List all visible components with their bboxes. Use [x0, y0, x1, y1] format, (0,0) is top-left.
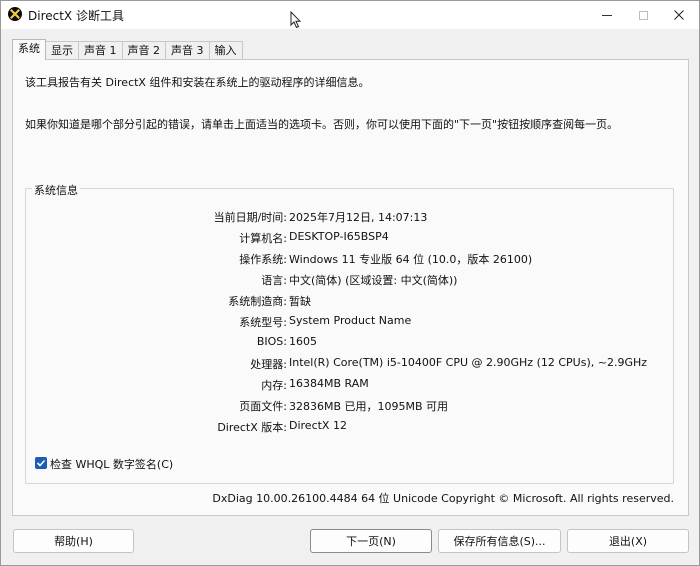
- info-row-directx-version: DirectX 版本: DirectX 12: [26, 419, 666, 435]
- tab-display[interactable]: 显示: [45, 41, 79, 60]
- minimize-icon: [602, 14, 612, 16]
- info-label: 内存:: [261, 379, 287, 392]
- info-row-processor: 处理器: Intel(R) Core(TM) i5-10400F CPU @ 2…: [26, 356, 666, 372]
- info-label: 页面文件:: [239, 400, 287, 413]
- checkmark-icon: [36, 459, 46, 467]
- info-value: Windows 11 专业版 64 位 (10.0，版本 26100): [289, 253, 533, 266]
- info-label: BIOS:: [256, 335, 287, 348]
- info-row-manufacturer: 系统制造商: 暂缺: [26, 293, 666, 309]
- info-label: DirectX 版本:: [217, 421, 287, 434]
- tab-sound-1[interactable]: 声音 1: [78, 41, 123, 60]
- title-bar[interactable]: DirectX 诊断工具: [1, 1, 699, 29]
- info-row-computer-name: 计算机名: DESKTOP-I65BSP4: [26, 230, 666, 246]
- info-value: 中文(简体) (区域设置: 中文(简体)): [289, 274, 458, 287]
- exit-button[interactable]: 退出(X): [567, 529, 689, 553]
- next-page-button[interactable]: 下一页(N): [310, 529, 432, 553]
- system-info-group: 当前日期/时间: 2025年7月12日, 14:07:13 计算机名: DESK…: [25, 188, 674, 484]
- info-row-memory: 内存: 16384MB RAM: [26, 377, 666, 393]
- maximize-button: [623, 1, 663, 29]
- info-value: System Product Name: [289, 314, 412, 327]
- info-row-page-file: 页面文件: 32836MB 已用，1095MB 可用: [26, 398, 666, 414]
- info-value: DirectX 12: [289, 419, 347, 432]
- whql-checkbox-label[interactable]: 检查 WHQL 数字签名(C): [50, 456, 173, 472]
- info-label: 系统制造商:: [228, 295, 287, 308]
- info-value: 1605: [289, 335, 317, 348]
- info-label: 语言:: [261, 274, 287, 287]
- window-title: DirectX 诊断工具: [28, 9, 124, 23]
- info-row-language: 语言: 中文(简体) (区域设置: 中文(简体)): [26, 272, 666, 288]
- info-label: 计算机名:: [239, 232, 287, 245]
- minimize-button[interactable]: [587, 1, 627, 29]
- tab-system[interactable]: 系统: [12, 39, 46, 60]
- tab-sound-2[interactable]: 声音 2: [121, 41, 166, 60]
- directx-diagnostic-window: DirectX 诊断工具 系统 显示 声音 1 声音 2 声音 3 输入 该工具…: [0, 0, 700, 566]
- info-row-date-time: 当前日期/时间: 2025年7月12日, 14:07:13: [26, 209, 666, 225]
- info-value: DESKTOP-I65BSP4: [289, 230, 389, 243]
- info-label: 当前日期/时间:: [213, 211, 287, 224]
- info-row-bios: BIOS: 1605: [26, 335, 666, 351]
- info-value: 16384MB RAM: [289, 377, 369, 390]
- tab-sound-3[interactable]: 声音 3: [165, 41, 210, 60]
- help-button[interactable]: 帮助(H): [13, 529, 134, 553]
- intro-text-line-2: 如果你知道是哪个部分引起的错误，请单击上面适当的选项卡。否则，你可以使用下面的"…: [25, 118, 619, 131]
- info-value: 32836MB 已用，1095MB 可用: [289, 400, 449, 413]
- system-info-group-title: 系统信息: [32, 182, 80, 198]
- tab-bar: 系统 显示 声音 1 声音 2 声音 3 输入: [12, 39, 243, 60]
- tab-input[interactable]: 输入: [208, 41, 243, 60]
- version-copyright-text: DxDiag 10.00.26100.4484 64 位 Unicode Cop…: [212, 492, 674, 505]
- intro-text-line-1: 该工具报告有关 DirectX 组件和安装在系统上的驱动程序的详细信息。: [25, 76, 370, 89]
- info-value: 暂缺: [289, 295, 311, 308]
- info-label: 操作系统:: [239, 253, 287, 266]
- close-icon: [674, 10, 684, 20]
- directx-app-icon: [8, 7, 22, 21]
- info-value: Intel(R) Core(TM) i5-10400F CPU @ 2.90GH…: [289, 356, 648, 369]
- save-all-info-button[interactable]: 保存所有信息(S)...: [438, 529, 561, 553]
- system-tab-panel: 该工具报告有关 DirectX 组件和安装在系统上的驱动程序的详细信息。 如果你…: [12, 59, 689, 516]
- whql-checkbox[interactable]: [35, 457, 47, 469]
- info-label: 处理器:: [250, 358, 287, 371]
- info-value: 2025年7月12日, 14:07:13: [289, 211, 428, 224]
- close-button[interactable]: [659, 1, 699, 29]
- info-row-operating-system: 操作系统: Windows 11 专业版 64 位 (10.0，版本 26100…: [26, 251, 666, 267]
- info-label: 系统型号:: [239, 316, 287, 329]
- maximize-icon: [638, 10, 648, 20]
- mouse-cursor-icon: [290, 11, 302, 29]
- info-row-model: 系统型号: System Product Name: [26, 314, 666, 330]
